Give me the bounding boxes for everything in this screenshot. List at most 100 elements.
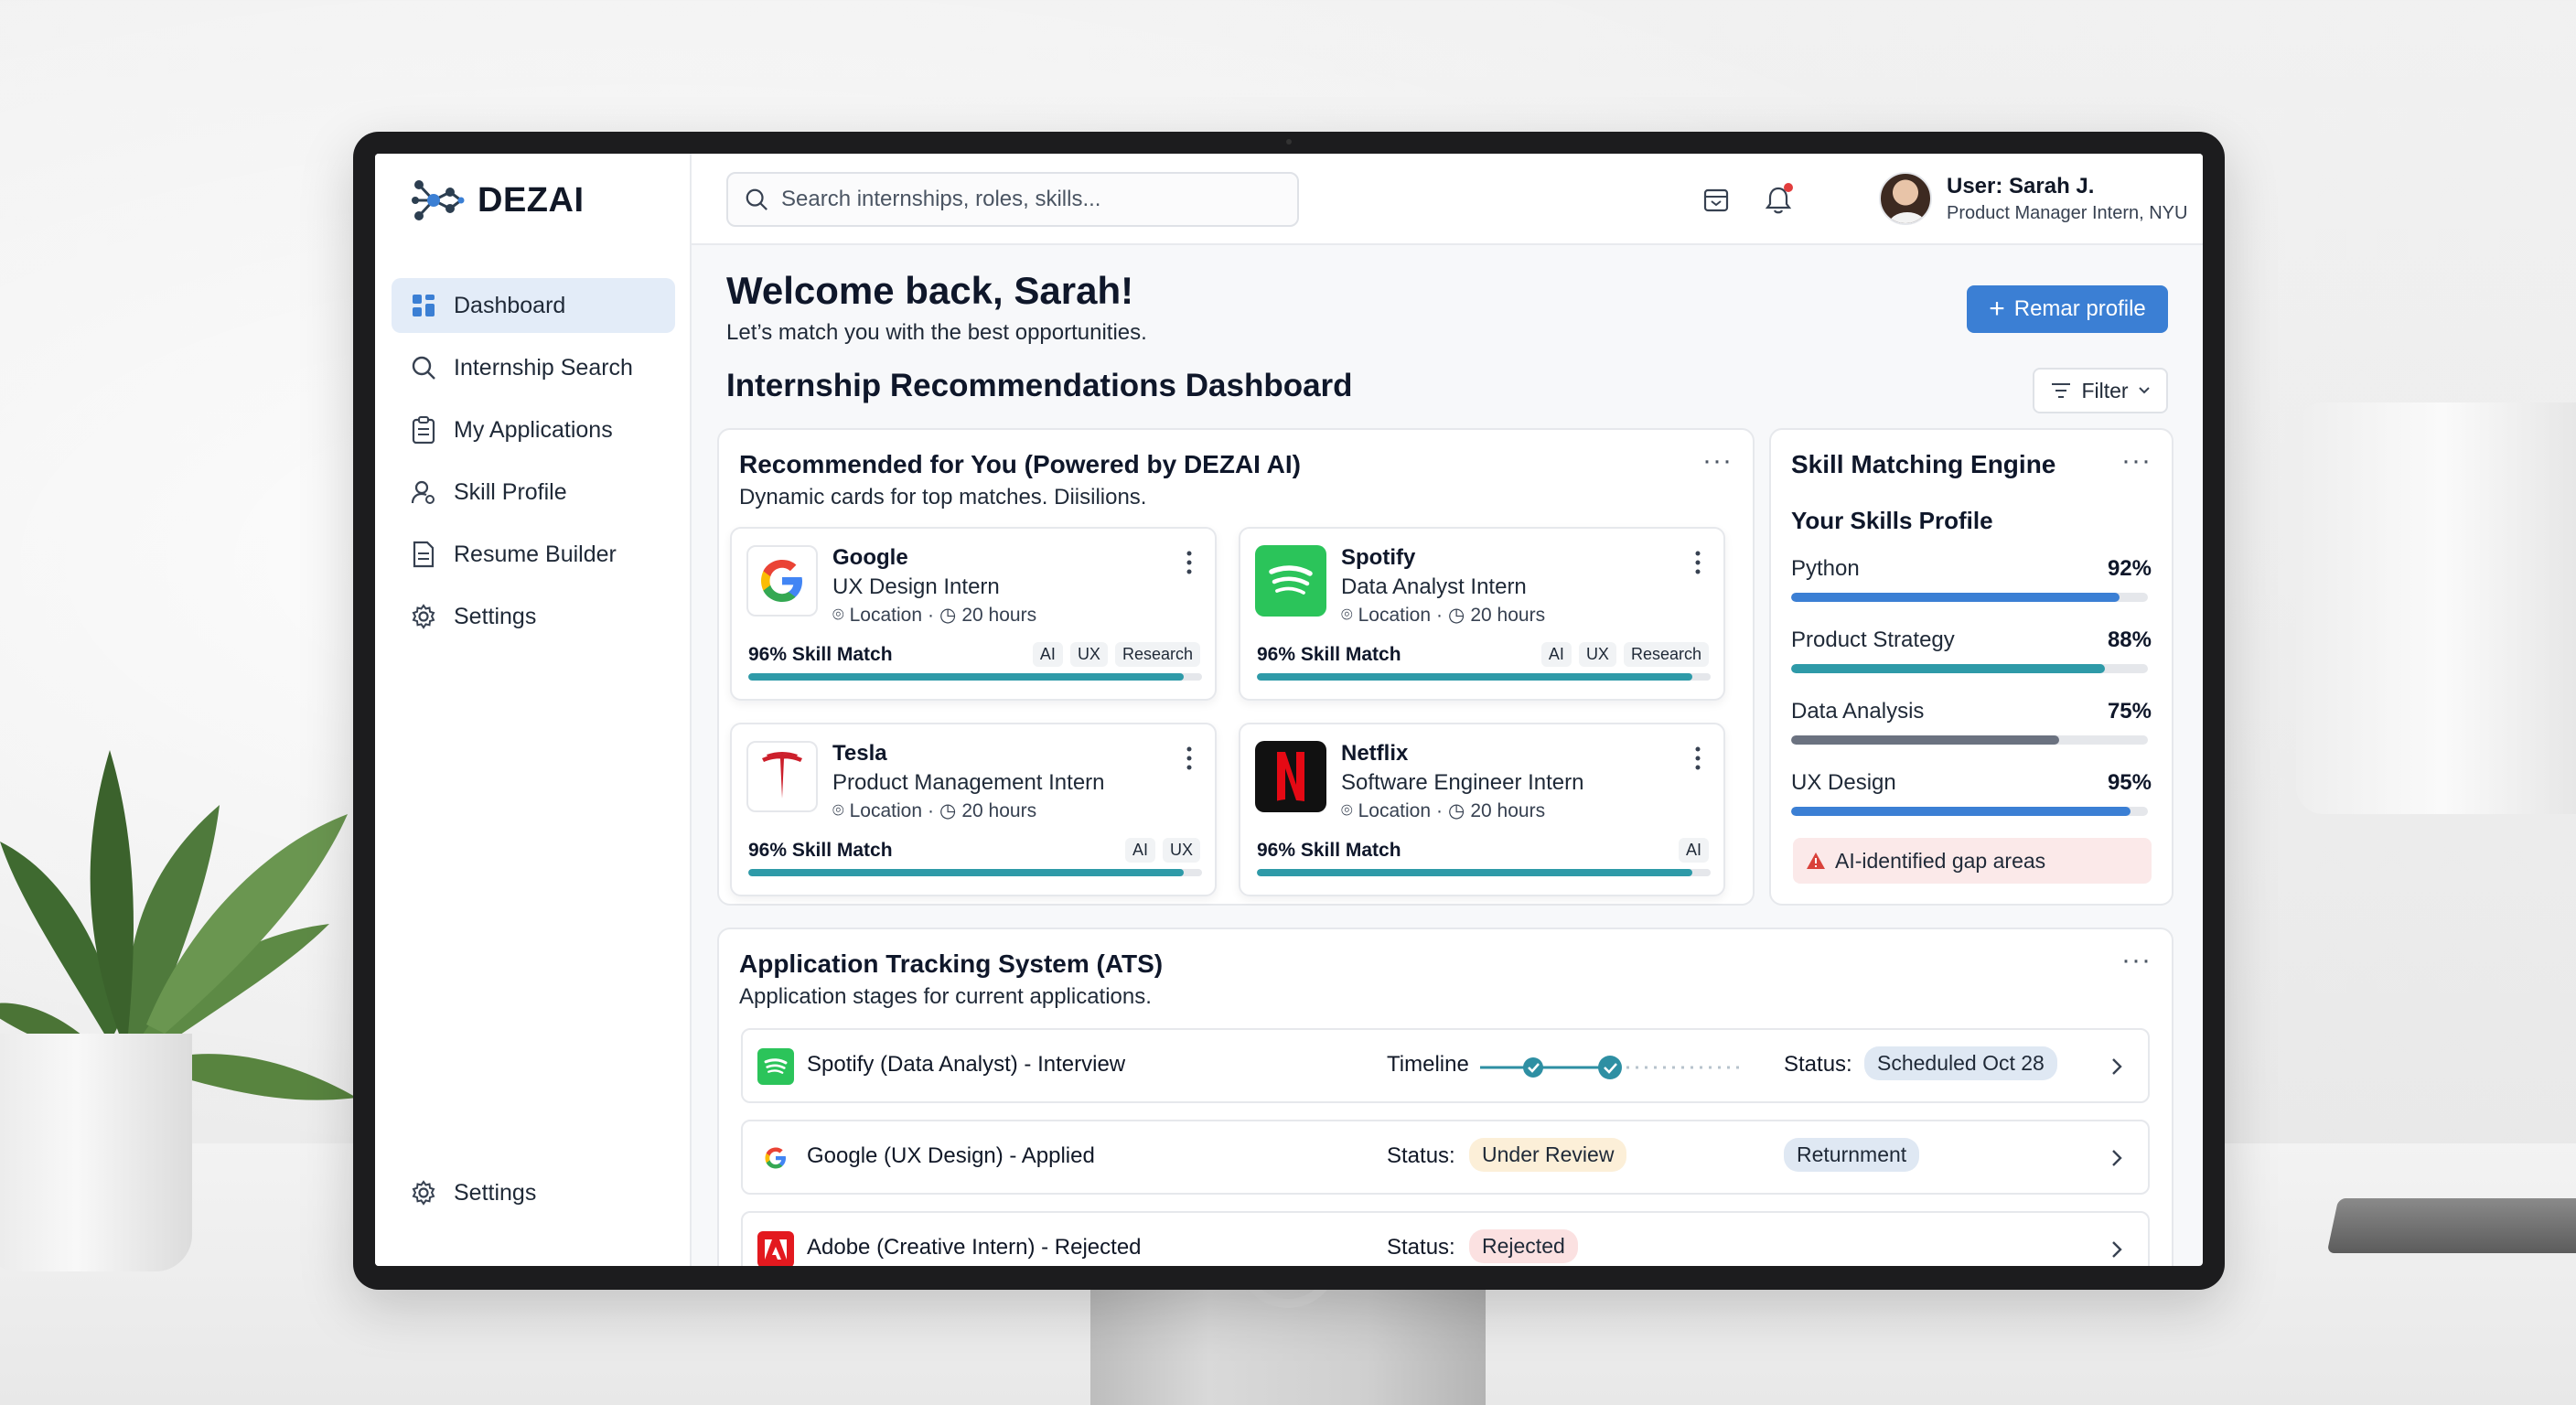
skill-percent: 88% (2107, 627, 2152, 652)
separator: · (1436, 604, 1444, 626)
sidebar-bottom: Settings (392, 1165, 675, 1228)
recommendation-card-netflix[interactable]: Netflix Software Engineer Intern ⌾ Locat… (1239, 723, 1725, 896)
status-label: Status: (1784, 1052, 1852, 1077)
skill-percent: 92% (2107, 556, 2152, 581)
recommendation-card-google[interactable]: Google UX Design Intern ⌾ Location · ◷ 2… (730, 527, 1217, 701)
grid-icon (410, 292, 437, 319)
gear-icon (410, 1179, 437, 1207)
skill-match-bar (748, 869, 1202, 876)
chevron-down-icon (2138, 387, 2150, 394)
more-options-icon[interactable]: ··· (2121, 947, 2152, 974)
spotify-logo (1255, 545, 1326, 617)
user-role: Product Manager Intern, NYU (1947, 203, 2188, 223)
page-subtitle: Let’s match you with the best opportunit… (726, 320, 1147, 345)
panel-subtitle: Application stages for current applicati… (739, 984, 1152, 1009)
netflix-logo (1255, 741, 1326, 812)
sidebar-item-label: Resume Builder (454, 541, 617, 567)
sidebar-item-label: Internship Search (454, 354, 633, 381)
timeline-label: Timeline (1387, 1052, 1469, 1077)
tag-list: AI (1678, 838, 1709, 863)
job-meta: ⌾ Location · ◷ 20 hours (1341, 799, 1545, 822)
search-input[interactable] (781, 187, 1275, 212)
search-icon (746, 188, 767, 210)
search-icon (410, 354, 437, 381)
skill-match-label: 96% Skill Match (748, 840, 893, 861)
clock-icon: ◷ (939, 605, 957, 626)
calendar-icon[interactable] (1700, 183, 1733, 216)
sidebar-item-dashboard[interactable]: Dashboard (392, 278, 675, 333)
job-meta: ⌾ Location · ◷ 20 hours (832, 799, 1036, 822)
gap-areas-alert[interactable]: AI-identified gap areas (1793, 838, 2152, 884)
tag: AI (1032, 642, 1063, 667)
sidebar-nav: Dashboard Internship Search My Applicati… (392, 278, 675, 651)
chevron-right-icon[interactable] (2108, 1056, 2126, 1078)
page-title: Welcome back, Sarah! (726, 269, 1134, 312)
status-badge: Scheduled Oct 28 (1864, 1046, 2057, 1080)
application-label: Adobe (Creative Intern) - Rejected (807, 1235, 1142, 1260)
job-meta: ⌾ Location · ◷ 20 hours (1341, 604, 1545, 627)
search-box[interactable] (726, 172, 1299, 227)
chevron-right-icon[interactable] (2108, 1147, 2126, 1169)
tag: Research (1623, 642, 1709, 667)
role-title: Data Analyst Intern (1341, 574, 1527, 599)
brand-logo[interactable]: DEZAI (408, 172, 585, 229)
sidebar-item-settings-bottom[interactable]: Settings (392, 1165, 675, 1220)
skill-match-fill (1257, 869, 1693, 876)
skill-bar-fill (1791, 735, 2059, 745)
chevron-right-icon[interactable] (2108, 1239, 2126, 1260)
tag: AI (1678, 838, 1709, 863)
gap-areas-label: AI-identified gap areas (1835, 848, 2046, 873)
kebab-menu-icon[interactable] (1694, 745, 1701, 772)
location-text: Location (849, 799, 923, 821)
skill-matching-panel: Skill Matching Engine ··· Your Skills Pr… (1769, 428, 2174, 906)
skill-match-fill (1257, 673, 1693, 681)
sidebar-item-internship-search[interactable]: Internship Search (392, 340, 675, 395)
tag: AI (1540, 642, 1572, 667)
hours-text: 20 hours (1470, 604, 1546, 626)
more-options-icon[interactable]: ··· (2121, 447, 2152, 475)
tag-list: AI UX Research (1032, 642, 1200, 667)
sidebar-item-my-applications[interactable]: My Applications (392, 402, 675, 457)
returnment-badge: Returnment (1784, 1138, 1920, 1172)
hours-text: 20 hours (961, 799, 1037, 821)
status-label: Status: (1387, 1143, 1455, 1168)
tag: UX (1069, 642, 1108, 667)
separator: · (1436, 799, 1444, 821)
kebab-menu-icon[interactable] (1694, 549, 1701, 576)
kebab-menu-icon[interactable] (1186, 745, 1193, 772)
avatar[interactable] (1879, 172, 1932, 225)
document-icon (410, 541, 437, 568)
user-name: User: Sarah J. (1947, 174, 2095, 198)
location-pin-icon: ⌾ (832, 604, 844, 626)
adobe-logo (757, 1231, 794, 1266)
sidebar-item-settings[interactable]: Settings (392, 589, 675, 644)
sidebar-item-resume-builder[interactable]: Resume Builder (392, 527, 675, 582)
recommendation-card-tesla[interactable]: Tesla Product Management Intern ⌾ Locati… (730, 723, 1217, 896)
filter-button[interactable]: Filter (2033, 368, 2168, 413)
application-row-adobe[interactable]: Adobe (Creative Intern) - Rejected Statu… (741, 1211, 2150, 1266)
timeline-progress (1480, 1056, 1745, 1079)
skill-bar-fill (1791, 593, 2120, 602)
recommendation-card-spotify[interactable]: Spotify Data Analyst Intern ⌾ Location ·… (1239, 527, 1725, 701)
skill-name: Data Analysis (1791, 699, 1925, 724)
skill-name: UX Design (1791, 770, 1896, 795)
skill-bar (1791, 735, 2148, 745)
application-row-google[interactable]: Google (UX Design) - Applied Status: Und… (741, 1120, 2150, 1195)
status-badge: Under Review (1469, 1138, 1627, 1172)
skill-match-bar (1257, 673, 1711, 681)
remar-profile-button[interactable]: + Remar profile (1967, 285, 2168, 333)
more-options-icon[interactable]: ··· (1702, 447, 1733, 475)
app-screen: DEZAI Dashboard Internship Search My App… (375, 154, 2203, 1266)
hours-text: 20 hours (961, 604, 1037, 626)
clipboard-icon (410, 416, 437, 444)
kebab-menu-icon[interactable] (1186, 549, 1193, 576)
sidebar-item-skill-profile[interactable]: Skill Profile (392, 465, 675, 520)
skill-match-label: 96% Skill Match (1257, 840, 1401, 861)
application-row-spotify[interactable]: Spotify (Data Analyst) - Interview Timel… (741, 1028, 2150, 1103)
section-title: Internship Recommendations Dashboard (726, 368, 1353, 403)
skills-subtitle: Your Skills Profile (1791, 507, 1993, 534)
status-label: Status: (1387, 1235, 1455, 1260)
warning-icon (1807, 853, 1825, 869)
bell-icon[interactable] (1762, 183, 1795, 216)
skill-bar (1791, 664, 2148, 673)
